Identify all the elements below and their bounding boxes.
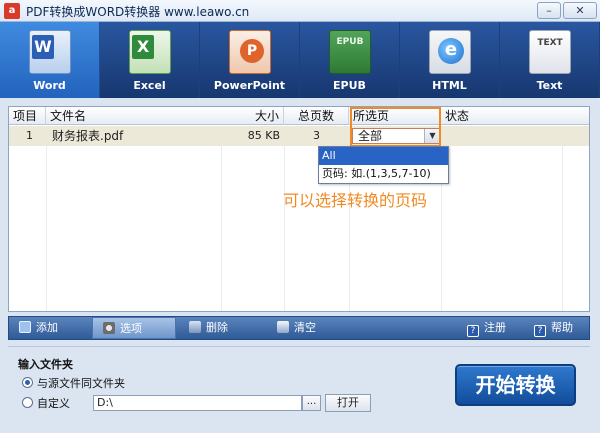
register-label: 注册 — [484, 321, 506, 334]
action-toolbar: 添加 选项 删除 清空 ? 注册 ? 帮助 — [8, 316, 590, 340]
app-icon: a — [4, 3, 20, 19]
add-file-icon — [19, 321, 31, 333]
format-powerpoint-button[interactable]: PowerPoint — [200, 22, 300, 98]
page-range-dropdown: All 页码: 如.(1,3,5,7-10) — [318, 146, 449, 184]
broom-icon — [277, 321, 289, 333]
gear-icon — [103, 322, 115, 334]
column-line — [221, 126, 222, 311]
format-excel-label: Excel — [133, 79, 166, 92]
help-icon: ? — [534, 325, 546, 337]
word-icon — [29, 30, 71, 74]
close-button[interactable]: ✕ — [563, 2, 597, 19]
trash-icon — [189, 321, 201, 333]
same-as-source-radio[interactable] — [22, 377, 33, 388]
page-range-value: 全部 — [358, 129, 383, 143]
column-header-pages[interactable]: 总页数 — [284, 107, 349, 125]
format-html-button[interactable]: HTML — [400, 22, 500, 98]
options-button[interactable]: 选项 — [92, 317, 176, 339]
register-button[interactable]: ? 注册 — [467, 317, 506, 339]
dropdown-option-all[interactable]: All — [319, 147, 448, 165]
format-epub-button[interactable]: EPUB — [300, 22, 400, 98]
open-folder-button[interactable]: 打开 — [325, 394, 371, 412]
custom-folder-radio[interactable] — [22, 397, 33, 408]
powerpoint-icon — [229, 30, 271, 74]
options-label: 选项 — [120, 322, 142, 335]
cell-size: 85 KB — [247, 129, 280, 142]
help-label: 帮助 — [551, 321, 573, 334]
page-range-select[interactable]: 全部 ▼ — [352, 128, 441, 144]
format-text-label: Text — [536, 79, 563, 92]
window-title: PDF转换成WORD转换器 www.leawo.cn — [26, 5, 250, 19]
clear-label: 清空 — [294, 321, 316, 334]
table-row[interactable]: 1 财务报表.pdf 85 KB 3 全部 ▼ — [9, 126, 589, 146]
delete-label: 删除 — [206, 321, 228, 334]
add-button[interactable]: 添加 — [19, 317, 58, 339]
column-header-size[interactable]: 大小 — [239, 107, 284, 125]
column-line — [46, 126, 47, 311]
format-text-button[interactable]: Text — [500, 22, 600, 98]
divider — [8, 346, 590, 347]
annotation-text: 可以选择转换的页码 — [283, 191, 428, 210]
cell-filename: 财务报表.pdf — [52, 129, 124, 143]
excel-icon — [129, 30, 171, 74]
question-icon: ? — [467, 325, 479, 337]
format-excel-button[interactable]: Excel — [100, 22, 200, 98]
input-folder-title: 输入文件夹 — [18, 358, 73, 371]
custom-folder-label[interactable]: 自定义 — [37, 395, 70, 411]
column-line — [284, 126, 285, 311]
column-header-item[interactable]: 项目 — [9, 107, 46, 125]
html-icon — [429, 30, 471, 74]
format-html-label: HTML — [432, 79, 467, 92]
same-as-source-label[interactable]: 与源文件同文件夹 — [37, 375, 125, 391]
format-epub-label: EPUB — [333, 79, 366, 92]
main-panel: 项目 文件名 大小 总页数 所选页 状态 1 财务报表.pdf 85 KB 3 … — [0, 98, 600, 433]
column-header-status[interactable]: 状态 — [441, 107, 589, 125]
text-icon — [529, 30, 571, 74]
cell-item: 1 — [26, 129, 33, 142]
chevron-down-icon[interactable]: ▼ — [424, 129, 440, 143]
folder-path-input[interactable]: D:\ — [93, 395, 302, 411]
browse-button[interactable]: ... — [302, 395, 321, 411]
format-powerpoint-label: PowerPoint — [213, 79, 286, 92]
column-line — [562, 126, 563, 311]
cell-pages: 3 — [313, 129, 320, 142]
help-button[interactable]: ? 帮助 — [534, 317, 573, 339]
column-header-selected-pages[interactable]: 所选页 — [349, 107, 441, 125]
start-convert-button[interactable]: 开始转换 — [455, 364, 576, 406]
title-bar: a PDF转换成WORD转换器 www.leawo.cn – ✕ — [0, 0, 600, 22]
minimize-button[interactable]: – — [537, 2, 561, 19]
epub-icon — [329, 30, 371, 74]
delete-button[interactable]: 删除 — [189, 317, 228, 339]
dropdown-option-page-numbers[interactable]: 页码: 如.(1,3,5,7-10) — [319, 165, 448, 183]
format-toolbar: Word Excel PowerPoint EPUB HTML Text — [0, 22, 600, 98]
add-label: 添加 — [36, 321, 58, 334]
clear-button[interactable]: 清空 — [277, 317, 316, 339]
format-word-label: Word — [33, 79, 66, 92]
table-body: 1 财务报表.pdf 85 KB 3 全部 ▼ — [9, 126, 589, 311]
file-table: 项目 文件名 大小 总页数 所选页 状态 1 财务报表.pdf 85 KB 3 … — [8, 106, 590, 312]
table-header: 项目 文件名 大小 总页数 所选页 状态 — [9, 107, 589, 125]
format-word-button[interactable]: Word — [0, 22, 100, 98]
